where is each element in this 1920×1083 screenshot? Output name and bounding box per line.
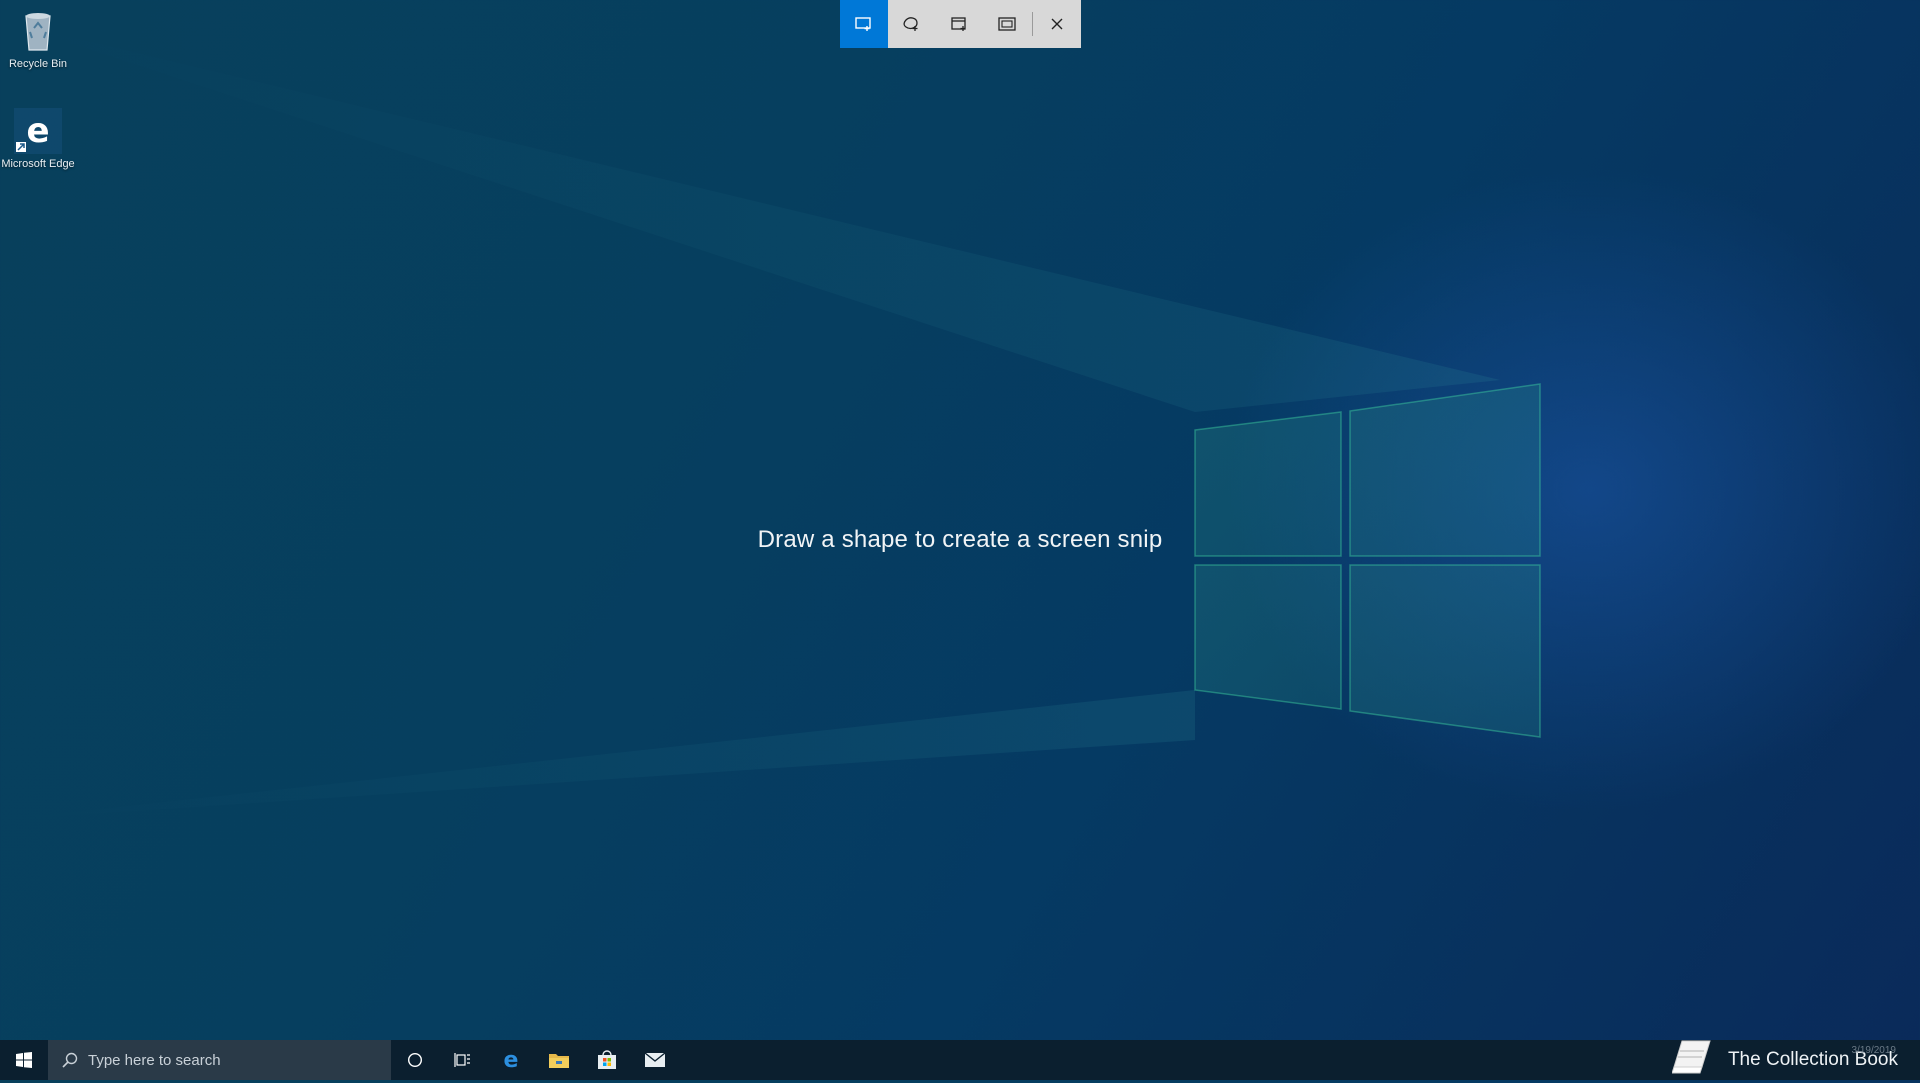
svg-text:e: e [26,111,49,151]
close-icon [1051,18,1063,30]
close-snip-button[interactable] [1033,0,1081,48]
mail-icon [644,1052,666,1067]
taskbar-app-store[interactable] [583,1040,631,1080]
cortana-icon [407,1052,423,1068]
cortana-button[interactable] [391,1040,439,1080]
task-view-button[interactable] [439,1040,487,1080]
freeform-snip-button[interactable] [888,0,936,48]
window-snip-button[interactable] [935,0,983,48]
search-icon [62,1052,78,1068]
book-icon [1671,1037,1718,1083]
rectangular-snip-icon [855,17,871,31]
taskbar-app-edge[interactable]: e [487,1040,535,1080]
snip-toolbar [840,0,1081,48]
search-placeholder: Type here to search [88,1051,221,1069]
freeform-snip-icon [903,17,919,31]
edge-icon: e [504,1049,519,1071]
svg-text:e: e [504,1049,519,1071]
store-icon [598,1050,616,1069]
taskbar: Type here to search e The Collection Boo… [0,1040,1920,1080]
task-view-icon [454,1053,470,1067]
desktop-icon-microsoft-edge[interactable]: e Microsoft Edge [0,108,76,171]
desktop-icon-label: Recycle Bin [8,58,68,70]
snip-instruction-text: Draw a shape to create a screen snip [757,526,1163,553]
start-button[interactable] [0,1040,48,1080]
file-explorer-icon [549,1054,569,1068]
wallpaper-windows-logo [0,20,1541,820]
taskbar-app-mail[interactable] [631,1040,679,1080]
windows-start-icon [16,1052,32,1068]
edge-icon: e [14,108,62,154]
rectangular-snip-button[interactable] [840,0,888,48]
window-snip-icon [951,17,966,31]
fullscreen-snip-button[interactable] [983,0,1031,48]
taskbar-app-file-explorer[interactable] [535,1040,583,1080]
recycle-bin-icon [14,8,62,54]
fullscreen-snip-icon [997,17,1016,31]
taskbar-search-box[interactable]: Type here to search [48,1040,391,1080]
clock-date: 3/19/2019 [1851,1045,1897,1056]
desktop-icon-recycle-bin[interactable]: Recycle Bin [0,8,76,71]
desktop-icon-label: Microsoft Edge [1,158,75,170]
system-tray-clock[interactable]: 3/19/2019 [1852,1044,1897,1057]
